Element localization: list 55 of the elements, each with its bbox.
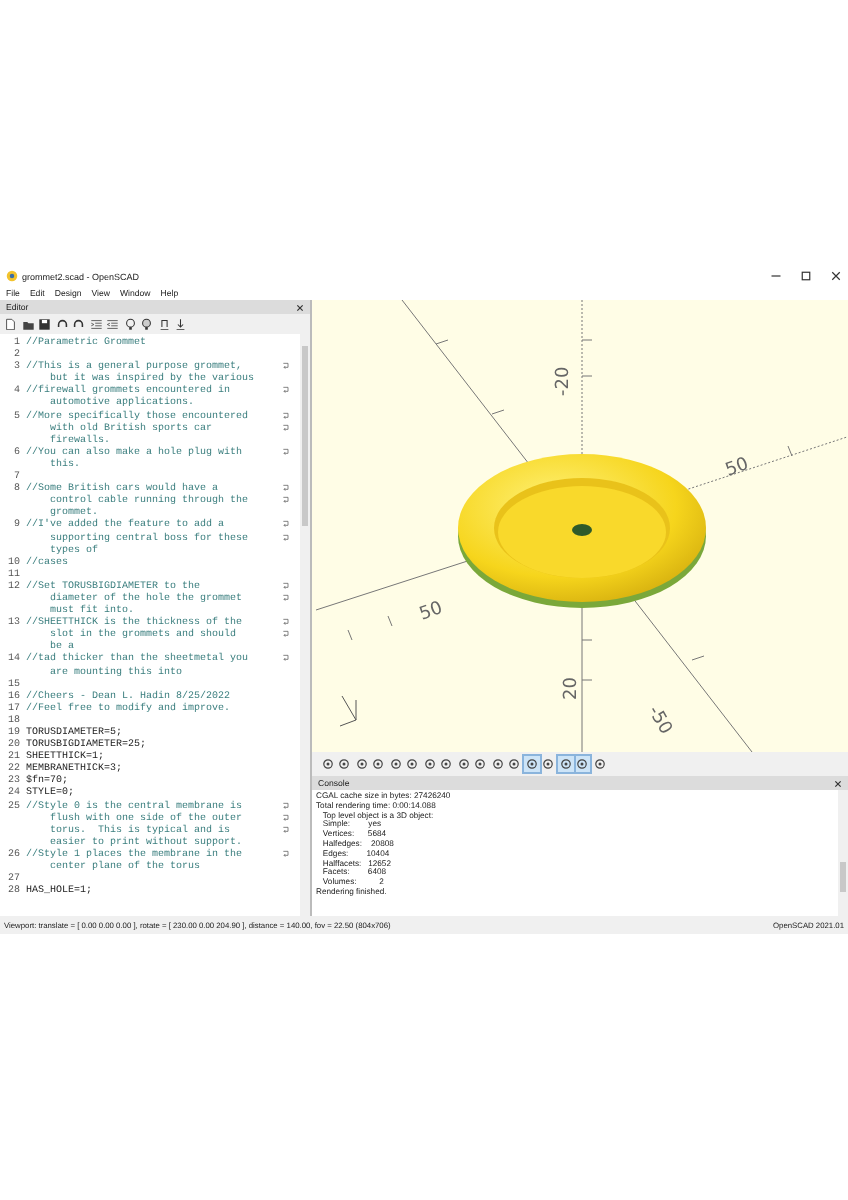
view-tool-button[interactable] <box>371 756 386 772</box>
line-wrap-icon <box>282 533 290 542</box>
line-wrap-icon <box>282 813 290 822</box>
close-icon[interactable] <box>834 779 842 787</box>
line-wrap-icon <box>282 825 290 834</box>
unindent-icon[interactable] <box>106 317 119 331</box>
save-icon[interactable] <box>38 317 51 331</box>
axis-label: 50 <box>417 599 446 626</box>
line-wrap-icon <box>282 801 290 810</box>
app-logo-icon <box>6 270 18 282</box>
view-tool-button[interactable] <box>541 756 556 772</box>
view-tool-button[interactable] <box>320 756 335 772</box>
line-wrap-icon <box>282 630 290 639</box>
close-icon[interactable] <box>296 303 304 311</box>
line-wrap-icon <box>282 362 290 371</box>
view-tool-button[interactable] <box>575 756 590 772</box>
axis-label: -50 <box>642 703 675 739</box>
minimize-icon[interactable] <box>770 270 782 282</box>
view-tool-button[interactable] <box>405 756 420 772</box>
indent-icon[interactable] <box>89 317 102 331</box>
axis-label: -20 <box>554 366 574 396</box>
line-wrap-icon <box>282 447 290 456</box>
grommet-model-drawing[interactable] <box>458 454 706 608</box>
line-wrap-icon <box>282 618 290 627</box>
scrollbar[interactable] <box>838 790 848 916</box>
line-wrap-icon <box>282 594 290 603</box>
line-wrap-icon <box>282 654 290 663</box>
line-wrap-icon <box>282 496 290 505</box>
view-tool-button[interactable] <box>354 756 369 772</box>
viewport[interactable]: -20 50 50 20 -50 <box>312 300 848 752</box>
view-tool-button[interactable] <box>456 756 471 772</box>
view-tool-button[interactable] <box>524 756 539 772</box>
folder-icon[interactable] <box>21 317 34 331</box>
view-tool-button[interactable] <box>422 756 437 772</box>
axis-label: 50 <box>723 455 752 482</box>
view-tool-button[interactable] <box>337 756 352 772</box>
axis-indicator-icon <box>339 695 357 727</box>
line-wrap-icon <box>282 386 290 395</box>
line-wrap-icon <box>282 849 290 858</box>
view-tool-button[interactable] <box>558 756 573 772</box>
close-icon[interactable] <box>830 270 842 282</box>
line-wrap-icon <box>282 581 290 590</box>
view-tool-button[interactable] <box>592 756 607 772</box>
view-tool-button[interactable] <box>490 756 505 772</box>
line-wrap-icon <box>282 423 290 432</box>
new-file-icon[interactable] <box>4 317 17 331</box>
line-wrap-icon <box>282 520 290 529</box>
view-tool-button[interactable] <box>507 756 522 772</box>
view-tool-button[interactable] <box>473 756 488 772</box>
view-tool-button[interactable] <box>439 756 454 772</box>
line-wrap-icon <box>282 484 290 493</box>
line-wrap-icon <box>282 411 290 420</box>
axis-label: 20 <box>562 677 582 700</box>
view-tool-button[interactable] <box>388 756 403 772</box>
maximize-icon[interactable] <box>800 270 812 282</box>
